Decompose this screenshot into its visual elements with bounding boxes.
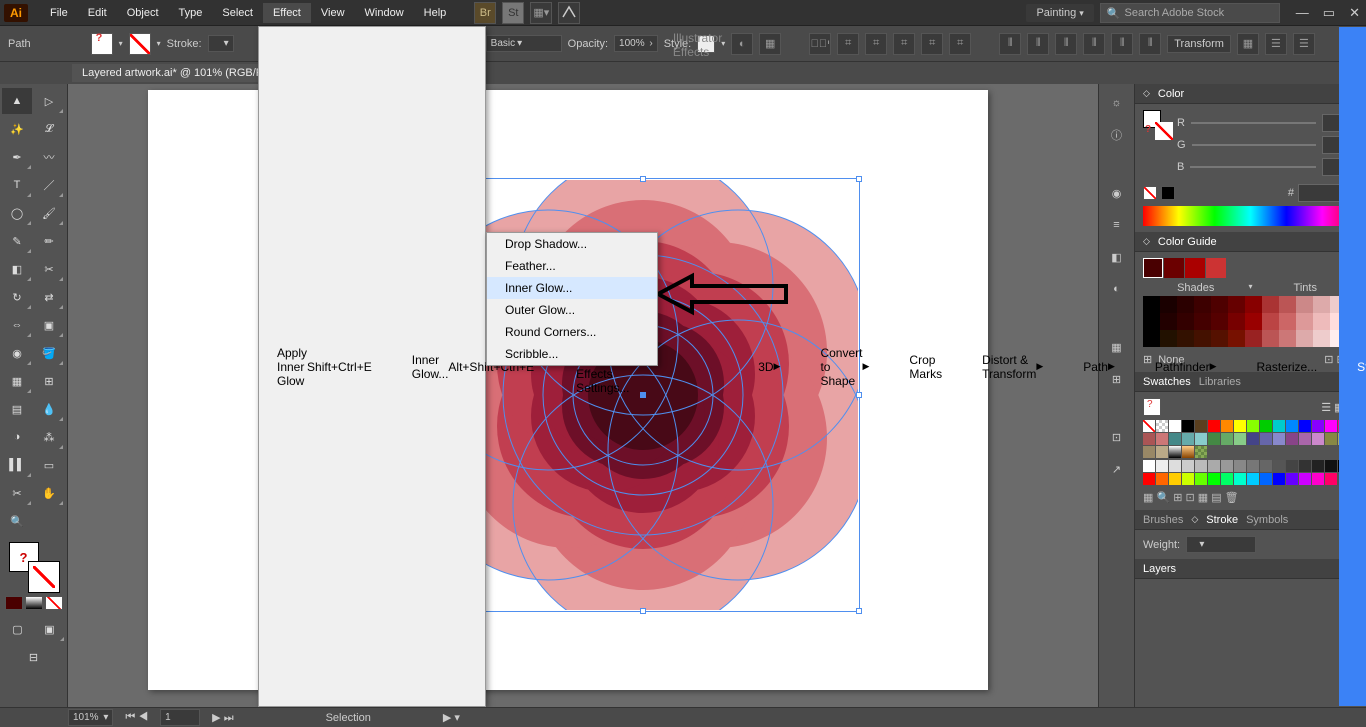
pen-tool[interactable]: ✒ xyxy=(2,144,32,170)
maximize-button[interactable]: ▭ xyxy=(1323,5,1335,21)
blend-tool[interactable]: ◑ xyxy=(2,424,32,450)
slice-tool[interactable]: ✂ xyxy=(2,480,32,506)
workspace-switcher[interactable]: Painting ▾ xyxy=(1026,4,1093,22)
effect-apply-last[interactable]: Apply Inner GlowShift+Ctrl+E xyxy=(259,27,394,706)
edit-toolbar[interactable]: ⊟ xyxy=(19,644,49,670)
stylize-feather[interactable]: Feather... xyxy=(487,255,657,277)
effect-crop-marks[interactable]: Crop Marks xyxy=(891,27,964,706)
minimize-button[interactable]: — xyxy=(1296,5,1309,21)
search-icon: 🔍 xyxy=(1107,7,1121,20)
toolbox: ▲▷ ✨𝓛 ✒〰 T／ ◯🖌 ✎✏ ◧✂ ↻⇄ ⇔▣ ◉🪣 ▦⊞ ▤💧 ◑⁂ ▌… xyxy=(0,84,68,707)
fill-stroke-control[interactable]: ? xyxy=(9,542,59,592)
close-button[interactable]: ✕ xyxy=(1349,5,1360,21)
symbol-sprayer-tool[interactable]: ⁂ xyxy=(34,424,64,450)
effect-last-settings[interactable]: Inner Glow...Alt+Shift+Ctrl+E xyxy=(394,27,556,706)
stylize-round-corners[interactable]: Round Corners... xyxy=(487,321,657,343)
menu-effect[interactable]: Effect xyxy=(263,3,311,23)
effect-dropdown: Apply Inner GlowShift+Ctrl+E Inner Glow.… xyxy=(258,26,486,707)
ellipse-tool[interactable]: ◯ xyxy=(2,200,32,226)
effect-pathfinder[interactable]: Pathfinder▶ xyxy=(1137,27,1239,706)
perspective-grid-tool[interactable]: ▦ xyxy=(2,368,32,394)
lasso-tool[interactable]: 𝓛 xyxy=(34,116,64,142)
reflect-tool[interactable]: ⇄ xyxy=(34,284,64,310)
fill-swatch[interactable]: ? xyxy=(91,33,113,55)
pencil-tool[interactable]: ✎ xyxy=(2,228,32,254)
color-mode[interactable] xyxy=(5,596,23,610)
effect-stylize[interactable]: Stylize▶ xyxy=(1339,27,1366,706)
effect-rasterize[interactable]: Rasterize... xyxy=(1238,27,1339,706)
live-paint-tool[interactable]: 🪣 xyxy=(34,340,64,366)
stylize-scribble[interactable]: Scribble... xyxy=(487,343,657,365)
menu-file[interactable]: File xyxy=(40,3,78,23)
app-logo: Ai xyxy=(4,4,28,22)
menu-select[interactable]: Select xyxy=(212,3,263,23)
selection-tool[interactable]: ▲ xyxy=(2,88,32,114)
stroke-swatch[interactable] xyxy=(129,33,151,55)
bridge-icon[interactable]: Br xyxy=(474,2,496,24)
blob-brush-tool[interactable]: ✏ xyxy=(34,228,64,254)
type-tool[interactable]: T xyxy=(2,172,32,198)
effect-3d[interactable]: 3D▶ xyxy=(740,27,802,706)
line-tool[interactable]: ／ xyxy=(34,172,64,198)
paintbrush-tool[interactable]: 🖌 xyxy=(34,200,64,226)
scissors-tool[interactable]: ✂ xyxy=(34,256,64,282)
column-graph-tool[interactable]: ▌▌ xyxy=(2,452,32,478)
effect-distort-transform[interactable]: Distort & Transform▶ xyxy=(964,27,1065,706)
eyedropper-tool[interactable]: 💧 xyxy=(34,396,64,422)
curvature-tool[interactable]: 〰 xyxy=(34,144,64,170)
selection-type: Path xyxy=(8,38,31,50)
hand-tool[interactable]: ✋ xyxy=(34,480,64,506)
mesh-tool[interactable]: ⊞ xyxy=(34,368,64,394)
stroke-weight[interactable]: ▾ xyxy=(208,35,234,52)
search-stock-input[interactable]: 🔍Search Adobe Stock xyxy=(1100,3,1280,23)
stylize-outer-glow[interactable]: Outer Glow... xyxy=(487,299,657,321)
magic-wand-tool[interactable]: ✨ xyxy=(2,116,32,142)
direct-selection-tool[interactable]: ▷ xyxy=(34,88,64,114)
gradient-tool[interactable]: ▤ xyxy=(2,396,32,422)
gradient-mode[interactable] xyxy=(25,596,43,610)
screen-mode-full[interactable]: ▣ xyxy=(35,616,65,642)
arrange-docs-icon[interactable]: ▦▾ xyxy=(530,2,552,24)
menu-type[interactable]: Type xyxy=(169,3,213,23)
zoom-level[interactable]: 101% ▾ xyxy=(68,709,113,726)
stylize-inner-glow[interactable]: Inner Glow... xyxy=(487,277,657,299)
stock-icon[interactable]: St xyxy=(502,2,524,24)
none-mode[interactable] xyxy=(45,596,63,610)
effect-convert-shape[interactable]: Convert to Shape▶ xyxy=(802,27,891,706)
eraser-tool[interactable]: ◧ xyxy=(2,256,32,282)
menu-window[interactable]: Window xyxy=(355,3,414,23)
status-selection: Selection xyxy=(326,712,371,724)
stylize-submenu: Drop Shadow... Feather... Inner Glow... … xyxy=(486,232,658,366)
artboard-tool[interactable]: ▭ xyxy=(34,452,64,478)
effect-raster-settings[interactable]: Document Raster Effects Settings... xyxy=(558,27,653,706)
menu-edit[interactable]: Edit xyxy=(78,3,117,23)
zoom-tool[interactable]: 🔍 xyxy=(2,508,32,534)
effect-section-ai: Illustrator Effects xyxy=(655,27,740,706)
artboard-number[interactable]: 1 xyxy=(160,709,200,726)
gpu-icon[interactable] xyxy=(558,2,580,24)
menu-help[interactable]: Help xyxy=(414,3,457,23)
screen-mode-normal[interactable]: ▢ xyxy=(3,616,33,642)
stylize-drop-shadow[interactable]: Drop Shadow... xyxy=(487,233,657,255)
width-tool[interactable]: ⇔ xyxy=(2,312,32,338)
rotate-tool[interactable]: ↻ xyxy=(2,284,32,310)
empty-tool xyxy=(34,508,64,534)
menu-view[interactable]: View xyxy=(311,3,355,23)
stroke-label: Stroke: xyxy=(167,38,202,50)
effect-path[interactable]: Path▶ xyxy=(1065,27,1137,706)
menu-object[interactable]: Object xyxy=(117,3,169,23)
free-transform-tool[interactable]: ▣ xyxy=(34,312,64,338)
shape-builder-tool[interactable]: ◉ xyxy=(2,340,32,366)
